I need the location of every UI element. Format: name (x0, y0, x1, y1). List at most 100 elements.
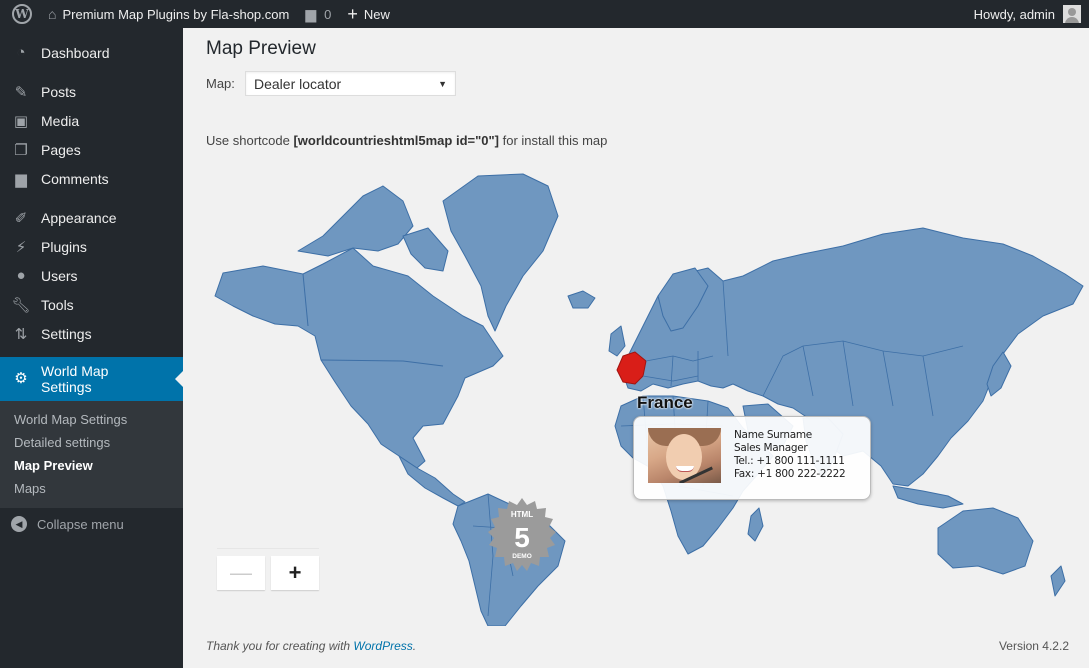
admin-bar: W ⌂ Premium Map Plugins by Fla-shop.com ▆… (0, 0, 1089, 28)
map-select-label: Map: (206, 76, 235, 91)
footer-thanks-prefix: Thank you for creating with (206, 639, 354, 653)
badge-middle-text: 5 (514, 522, 530, 553)
sidebar-item-comments[interactable]: ▆ Comments (0, 164, 183, 193)
greenland (442, 173, 559, 332)
sidebar-item-plugins[interactable]: ⚡ Plugins (0, 232, 183, 261)
world-map-svg[interactable] (203, 156, 1089, 626)
html5-demo-badge: HTML 5 DEMO (488, 498, 556, 571)
submenu: World Map Settings Detailed settings Map… (0, 401, 183, 508)
baffin-island (402, 227, 449, 272)
user-icon: ● (16, 267, 26, 284)
submenu-map-preview[interactable]: Map Preview (0, 454, 183, 477)
contact-info: Name Surname Sales Manager Tel.: +1 800 … (734, 429, 846, 481)
admin-sidebar: ◔ Dashboard ✎ Posts ▣ Media ❐ Pages ▆ Comment… (0, 28, 183, 668)
footer-thanks: Thank you for creating with WordPress. (206, 639, 416, 653)
north-america (214, 247, 504, 469)
iceland (567, 290, 596, 309)
map-select-value: Dealer locator (254, 75, 342, 92)
sidebar-item-users[interactable]: ● Users (0, 261, 183, 290)
wrench-icon: 🔧︎ (11, 296, 31, 314)
plus-icon: + (347, 3, 358, 24)
sidebar-item-label: Plugins (41, 238, 87, 255)
sidebar-item-label: World Map Settings (41, 363, 109, 395)
pages-icon: ❐ (14, 141, 28, 159)
madagascar (747, 507, 764, 542)
central-america (398, 455, 466, 507)
pin-icon: ✎ (14, 83, 28, 101)
shortcode-suffix: for install this map (499, 133, 608, 148)
submenu-maps[interactable]: Maps (0, 477, 183, 500)
sidebar-item-dashboard[interactable]: ◔ Dashboard (0, 38, 183, 67)
wp-logo-menu[interactable]: W (0, 0, 40, 28)
comment-icon: ▆ (305, 5, 317, 22)
sidebar-item-settings[interactable]: ⇅ Settings (0, 319, 183, 348)
united-kingdom (608, 325, 626, 357)
comments-count: 0 (324, 6, 332, 22)
account-menu[interactable]: Howdy, admin (966, 0, 1089, 28)
new-content-link[interactable]: + New (339, 0, 398, 28)
contact-role: Sales Manager (734, 442, 808, 454)
arctic-islands (297, 185, 414, 257)
greeting: Howdy, admin (973, 6, 1055, 22)
wordpress-logo-icon: W (12, 4, 32, 24)
submenu-detailed-settings[interactable]: Detailed settings (0, 431, 183, 454)
site-name-link[interactable]: ⌂ Premium Map Plugins by Fla-shop.com (40, 0, 297, 28)
sidebar-item-appearance[interactable]: ✐ Appearance (0, 203, 183, 232)
home-icon: ⌂ (48, 6, 57, 22)
avatar (1063, 5, 1081, 23)
sidebar-item-tools[interactable]: 🔧︎ Tools (0, 290, 183, 319)
main-content: Map Preview Map: Dealer locator ▼ Use sho… (183, 28, 1089, 668)
media-icon: ▣ (13, 112, 29, 130)
paintbrush-icon: ✐ (14, 209, 28, 227)
dropdown-arrow-icon: ▼ (438, 78, 447, 89)
site-name: Premium Map Plugins by Fla-shop.com (62, 6, 290, 22)
collapse-label: Collapse menu (37, 516, 124, 532)
sidebar-item-label: Users (41, 267, 78, 284)
zoom-controls: — + (217, 556, 319, 590)
collapse-menu-button[interactable]: ◀ Collapse menu (0, 508, 183, 532)
sidebar-item-label: Dashboard (41, 44, 110, 61)
wordpress-link[interactable]: WordPress (353, 639, 412, 653)
sidebar-item-label: Posts (41, 83, 77, 100)
footer-version: Version 4.2.2 (998, 639, 1069, 653)
indonesia (892, 485, 964, 509)
comments-link[interactable]: ▆ 0 (297, 0, 339, 28)
sidebar-item-posts[interactable]: ✎ Posts (0, 77, 183, 106)
shortcode-hint: Use shortcode [worldcountrieshtml5map id… (206, 133, 607, 148)
badge-bottom-text: DEMO (512, 553, 532, 560)
sidebar-item-media[interactable]: ▣ Media (0, 106, 183, 135)
contact-phone: Tel.: +1 800 111-1111 (734, 455, 845, 467)
sidebar-item-label: Tools (41, 296, 74, 313)
gear-icon: ⚙ (14, 370, 28, 387)
country-label: France (637, 393, 693, 412)
contact-photo (648, 428, 721, 483)
map-select[interactable]: Dealer locator ▼ (245, 71, 456, 96)
zoom-controls-divider (217, 548, 319, 549)
badge-top-text: HTML (511, 510, 533, 519)
new-label: New (363, 6, 390, 22)
dealer-tooltip: Name Surname Sales Manager Tel.: +1 800 … (633, 416, 871, 500)
sidebar-item-label: Appearance (41, 209, 117, 226)
submenu-world-map-settings[interactable]: World Map Settings (0, 408, 183, 431)
zoom-in-button[interactable]: + (271, 556, 319, 590)
sidebar-item-label: Pages (41, 141, 81, 158)
comment-icon: ▆ (15, 170, 27, 188)
dashboard-icon: ◔ (16, 44, 26, 61)
sidebar-item-label: Settings (41, 325, 92, 342)
sidebar-item-pages[interactable]: ❐ Pages (0, 135, 183, 164)
page-title: Map Preview (206, 38, 316, 59)
shortcode-value: [worldcountrieshtml5map id="0"] (293, 133, 499, 148)
shortcode-prefix: Use shortcode (206, 133, 294, 148)
settings-icon: ⇅ (14, 325, 28, 343)
world-map[interactable]: France Name Surname Sales Manager Tel.: … (203, 156, 1089, 626)
contact-name: Name Surname (734, 429, 812, 441)
footer-thanks-suffix: . (412, 639, 417, 653)
plugin-icon: ⚡ (15, 238, 27, 256)
zoom-out-button[interactable]: — (217, 556, 265, 590)
new-zealand (1050, 565, 1066, 597)
collapse-icon: ◀ (11, 516, 27, 532)
australia (937, 507, 1034, 575)
sidebar-item-label: Comments (41, 170, 109, 187)
sidebar-item-label: Media (41, 112, 80, 129)
sidebar-item-world-map-settings[interactable]: ⚙ World Map Settings (0, 357, 183, 401)
